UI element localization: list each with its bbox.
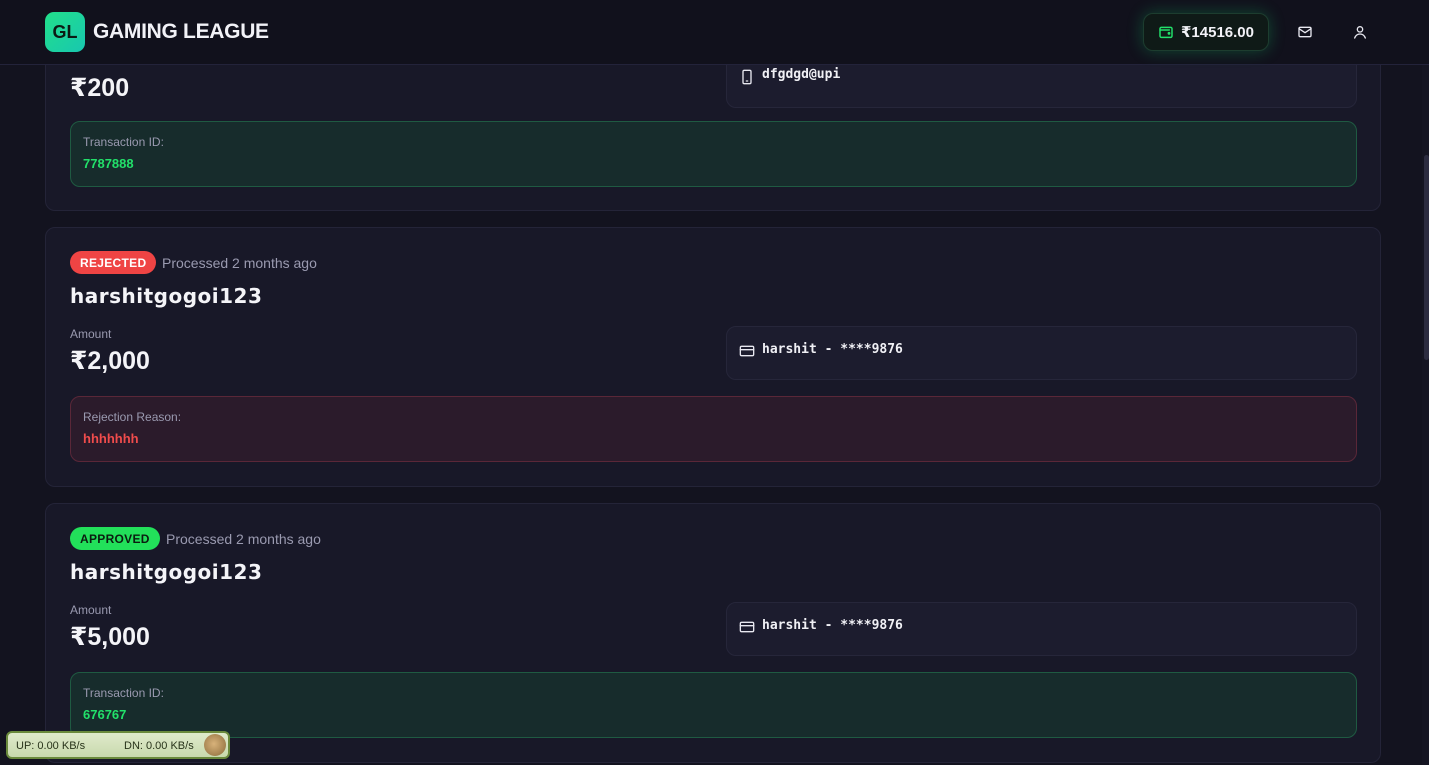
payment-method-text: harshit - ****9876 bbox=[762, 342, 903, 357]
logo-badge[interactable]: GL bbox=[45, 12, 85, 52]
mascot-icon bbox=[204, 734, 226, 756]
transaction-id-label: Transaction ID: bbox=[83, 135, 164, 149]
credit-card-icon bbox=[739, 621, 755, 633]
rejection-reason-value: hhhhhhh bbox=[83, 431, 139, 446]
status-badge: APPROVED bbox=[70, 527, 160, 550]
wallet-balance: ₹14516.00 bbox=[1180, 24, 1254, 41]
username: harshitgogoi123 bbox=[70, 560, 263, 584]
rejection-reason-box: Rejection Reason: hhhhhhh bbox=[70, 396, 1357, 462]
username: harshitgogoi123 bbox=[70, 284, 263, 308]
download-speed: DN: 0.00 KB/s bbox=[124, 740, 194, 752]
processed-time: Processed 2 months ago bbox=[166, 531, 321, 547]
transaction-id-value: 7787888 bbox=[83, 156, 134, 171]
amount-value: ₹2,000 bbox=[70, 347, 150, 375]
payment-method-text: dfgdgd@upi bbox=[762, 67, 841, 82]
transaction-id-box: Transaction ID: 7787888 bbox=[70, 121, 1357, 187]
top-navigation-bar: GL GAMING LEAGUE ₹14516.00 bbox=[0, 0, 1429, 65]
payment-method-box: harshit - ****9876 bbox=[726, 326, 1357, 380]
status-badge: REJECTED bbox=[70, 251, 157, 274]
user-profile-icon[interactable] bbox=[1349, 21, 1371, 43]
amount-label: Amount bbox=[70, 603, 112, 617]
app-title[interactable]: GAMING LEAGUE bbox=[93, 20, 269, 44]
amount-value: ₹5,000 bbox=[70, 623, 150, 651]
wallet-balance-button[interactable]: ₹14516.00 bbox=[1143, 13, 1269, 51]
transaction-id-value: 676767 bbox=[83, 707, 127, 722]
transaction-id-label: Transaction ID: bbox=[83, 686, 164, 700]
network-monitor-widget[interactable]: UP: 0.00 KB/s DN: 0.00 KB/s bbox=[6, 731, 230, 759]
credit-card-icon bbox=[739, 345, 755, 357]
payment-method-text: harshit - ****9876 bbox=[762, 618, 903, 633]
withdrawal-card: REJECTED Processed 2 months ago harshitg… bbox=[45, 227, 1381, 487]
wallet-icon bbox=[1159, 26, 1173, 39]
processed-time: Processed 2 months ago bbox=[162, 255, 317, 271]
withdrawal-history-list[interactable]: ₹200 dfgdgd@upi Transaction ID: 7787888 … bbox=[0, 65, 1422, 765]
smartphone-icon bbox=[742, 69, 752, 85]
transaction-id-box: Transaction ID: 676767 bbox=[70, 672, 1357, 738]
amount-value: ₹200 bbox=[70, 74, 130, 102]
withdrawal-card: ₹200 dfgdgd@upi Transaction ID: 7787888 bbox=[45, 65, 1381, 211]
payment-method-box: dfgdgd@upi bbox=[726, 65, 1357, 108]
withdrawal-card: APPROVED Processed 2 months ago harshitg… bbox=[45, 503, 1381, 763]
scrollbar-thumb[interactable] bbox=[1424, 155, 1429, 360]
rejection-reason-label: Rejection Reason: bbox=[83, 410, 182, 424]
mail-icon[interactable] bbox=[1294, 21, 1316, 43]
upload-speed: UP: 0.00 KB/s bbox=[16, 740, 86, 752]
payment-method-box: harshit - ****9876 bbox=[726, 602, 1357, 656]
amount-label: Amount bbox=[70, 327, 112, 341]
